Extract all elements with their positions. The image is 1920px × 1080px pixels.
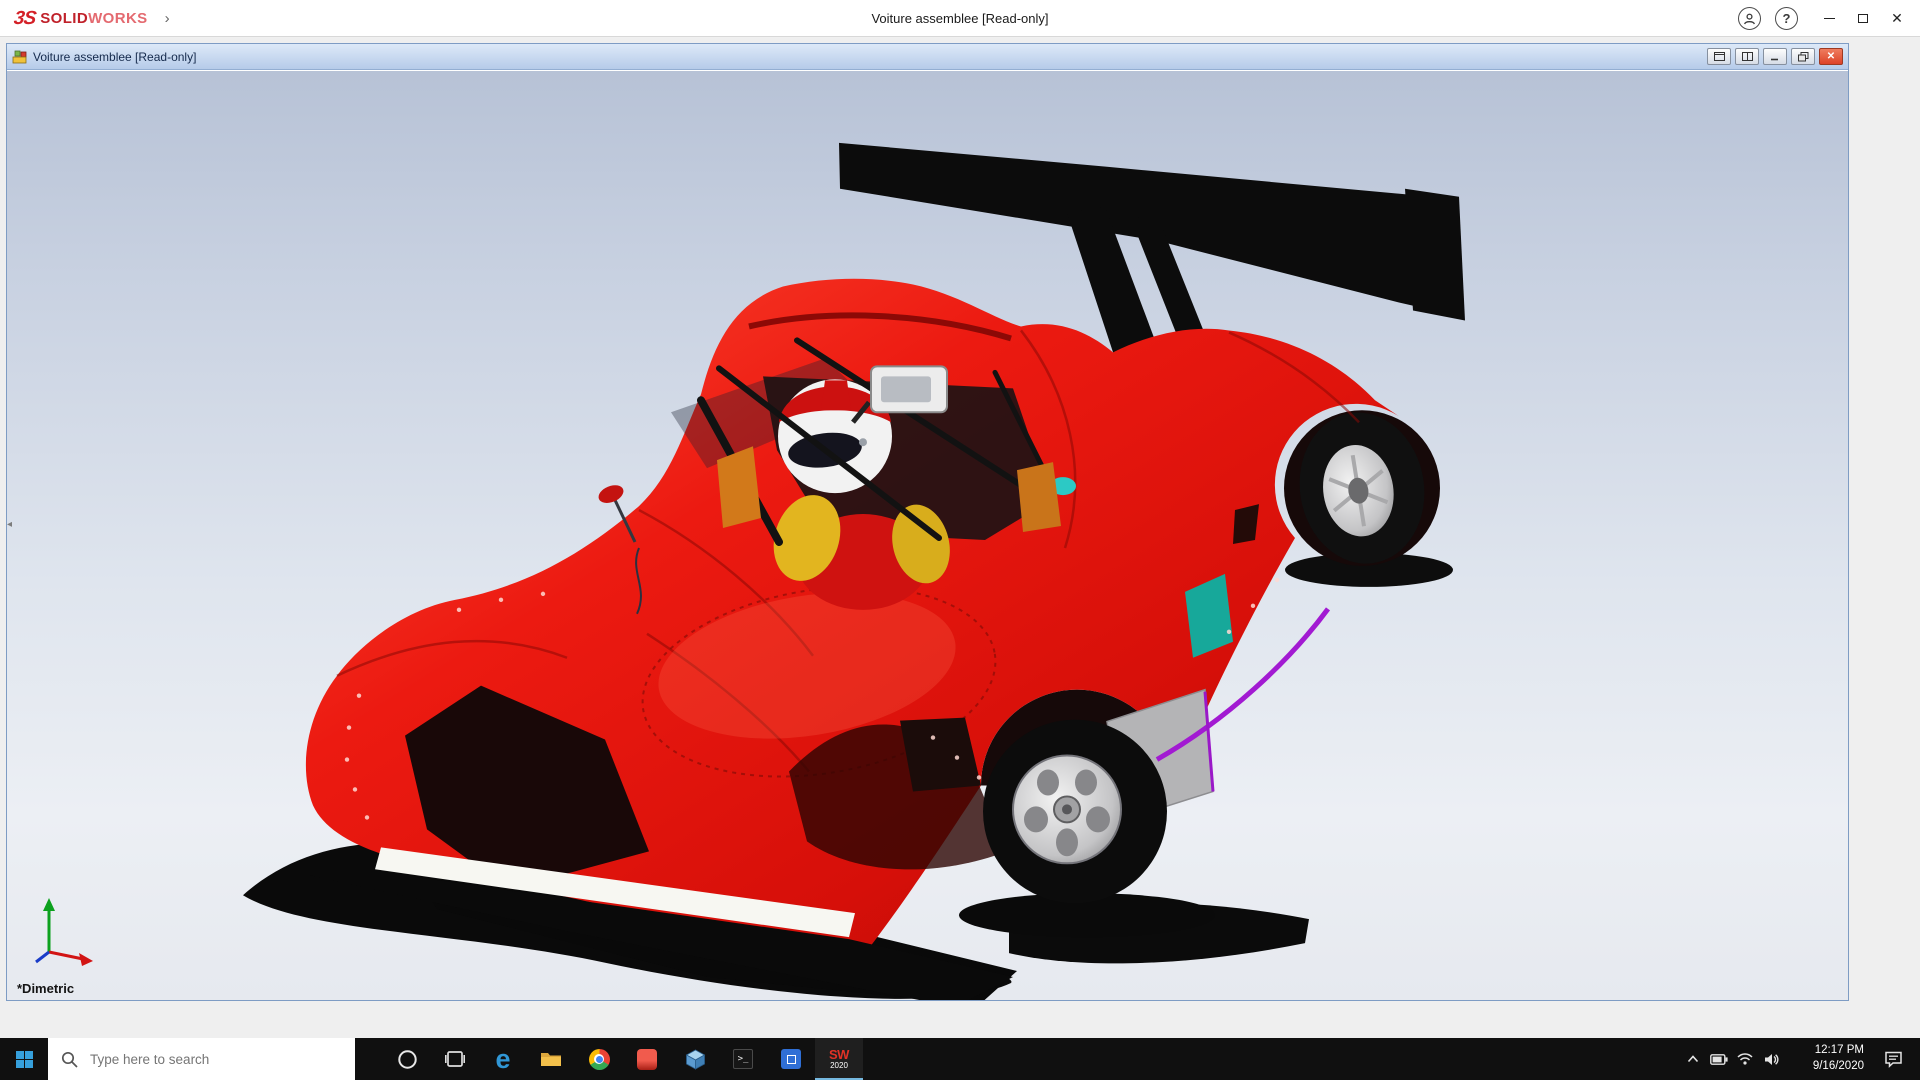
window-split-icon	[1742, 52, 1753, 61]
doc-window-button-1[interactable]	[1707, 48, 1731, 65]
question-mark-icon: ?	[1783, 11, 1791, 26]
cube-app-icon	[685, 1049, 706, 1070]
rear-right-wheel[interactable]	[1289, 404, 1435, 573]
wifi-icon	[1737, 1053, 1753, 1065]
search-input[interactable]	[48, 1038, 355, 1080]
windows-taskbar: e >_ SW	[0, 1038, 1920, 1080]
solidworks-logo: 3S SOLIDWORKS ›	[14, 0, 170, 37]
logo-solid-text: SOLID	[40, 10, 88, 27]
restore-icon	[1798, 52, 1809, 62]
blue-app-icon	[781, 1049, 801, 1069]
document-window: Voiture assemblee [Read-only]	[6, 43, 1849, 1001]
battery-indicator[interactable]	[1706, 1038, 1732, 1080]
file-explorer-button[interactable]	[527, 1038, 575, 1080]
task-view-button[interactable]	[431, 1038, 479, 1080]
start-button[interactable]	[0, 1038, 48, 1080]
cortana-icon	[397, 1049, 418, 1070]
chrome-icon	[589, 1049, 610, 1070]
red-app-icon	[637, 1049, 657, 1070]
speaker-icon	[1764, 1053, 1779, 1066]
volume-indicator[interactable]	[1758, 1038, 1784, 1080]
view-orientation-label: *Dimetric	[17, 981, 74, 996]
minimize-icon	[1824, 18, 1835, 19]
app-minimize-button[interactable]	[1812, 0, 1846, 37]
cube-app-button[interactable]	[671, 1038, 719, 1080]
clock-time: 12:17 PM	[1790, 1043, 1864, 1059]
viewport-canvas[interactable]	[7, 71, 1848, 1000]
app-window-title: Voiture assemblee [Read-only]	[0, 0, 1920, 37]
app-titlebar: 3S SOLIDWORKS › Voiture assemblee [Read-…	[0, 0, 1920, 37]
orientation-triad	[23, 890, 107, 974]
cortana-button[interactable]	[383, 1038, 431, 1080]
blue-app-button[interactable]	[767, 1038, 815, 1080]
window-layout-icon	[1714, 52, 1725, 61]
x-axis-arrow	[79, 953, 93, 966]
edge-button[interactable]: e	[479, 1038, 527, 1080]
graphics-viewport[interactable]: *Dimetric ◂	[7, 71, 1848, 1000]
search-icon	[61, 1051, 78, 1068]
panel-collapse-arrow[interactable]: ◂	[7, 519, 12, 530]
battery-icon	[1710, 1054, 1728, 1065]
app-maximize-button[interactable]	[1846, 0, 1880, 37]
taskbar-search[interactable]	[48, 1038, 355, 1080]
doc-minimize-button[interactable]	[1763, 48, 1787, 65]
doc-restore-button[interactable]	[1791, 48, 1815, 65]
doc-window-button-2[interactable]	[1735, 48, 1759, 65]
solidworks-taskbar-button[interactable]: SW 2020	[815, 1038, 863, 1080]
person-icon	[1743, 12, 1756, 25]
folder-icon	[540, 1050, 562, 1068]
logo-works-text: WORKS	[88, 10, 148, 27]
chevron-up-icon	[1687, 1054, 1699, 1064]
chrome-button[interactable]	[575, 1038, 623, 1080]
solidworks-2020-icon: SW 2020	[829, 1048, 849, 1070]
windows-logo-icon	[16, 1051, 33, 1068]
maximize-icon	[1858, 14, 1868, 23]
menu-expand-arrow[interactable]: ›	[165, 10, 170, 27]
network-indicator[interactable]	[1732, 1038, 1758, 1080]
taskbar-clock[interactable]: 12:17 PM 9/16/2020	[1790, 1043, 1864, 1074]
user-account-icon[interactable]	[1738, 7, 1761, 30]
y-axis-arrow	[43, 898, 55, 911]
clock-date: 9/16/2020	[1790, 1059, 1864, 1075]
help-button[interactable]: ?	[1775, 7, 1798, 30]
minimize-icon	[1770, 52, 1781, 61]
3ds-logo-mark: 3S	[12, 8, 36, 30]
document-title: Voiture assemblee [Read-only]	[33, 50, 196, 64]
app-close-button[interactable]: ✕	[1880, 0, 1914, 37]
document-titlebar[interactable]: Voiture assemblee [Read-only]	[7, 44, 1848, 70]
red-app-button[interactable]	[623, 1038, 671, 1080]
doc-close-button[interactable]: ✕	[1819, 48, 1843, 65]
z-axis-arrow	[36, 952, 49, 962]
rear-left-wheel[interactable]	[983, 720, 1167, 904]
side-vent-dark	[1233, 504, 1259, 544]
assembly-document-icon	[12, 49, 28, 65]
edge-icon: e	[495, 1046, 510, 1073]
app-client-area: Voiture assemblee [Read-only]	[0, 38, 1920, 1038]
notification-icon	[1884, 1051, 1903, 1068]
tray-show-hidden-icons[interactable]	[1680, 1038, 1706, 1080]
task-view-icon	[445, 1049, 465, 1069]
command-prompt-icon: >_	[733, 1049, 753, 1069]
command-prompt-button[interactable]: >_	[719, 1038, 767, 1080]
action-center-button[interactable]	[1874, 1038, 1912, 1080]
